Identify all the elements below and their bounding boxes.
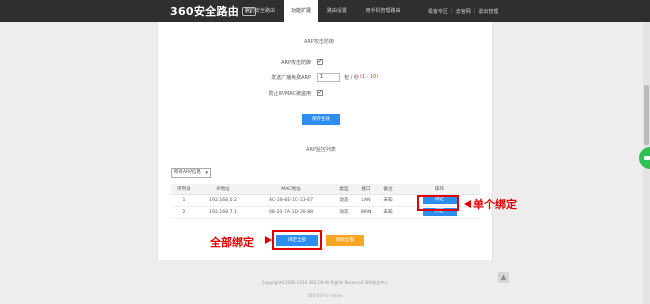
arrow-left-icon <box>464 200 471 208</box>
cell-seq: 1 <box>171 194 197 207</box>
tab-my-router[interactable]: 我的安全路由 <box>238 0 282 22</box>
ip-mac-theft-row: 防止IP/MAC被盗用 ✓ <box>233 88 323 98</box>
column-header: 备注 <box>377 184 399 195</box>
rate-unit: 包 / 秒 <box>344 74 359 81</box>
single-bind-highlight <box>417 195 459 211</box>
cell-mac: 08-10-7A-1D-30-88 <box>249 206 333 219</box>
arp-filter-value: 所有ARP信息 <box>174 170 201 175</box>
logo-text: 360安全路由 <box>170 5 240 18</box>
official-site-link[interactable]: 去官网 <box>456 8 471 15</box>
chat-widget-button[interactable] <box>639 147 650 169</box>
cell-interface: WAN <box>355 206 377 219</box>
tab-extensions[interactable]: 功能扩展 <box>284 0 318 22</box>
cell-note: 未知 <box>377 206 399 219</box>
cell-ip: 192.168.0.2 <box>197 194 249 207</box>
scrollbar-thumb[interactable] <box>644 85 649 145</box>
bind-all-highlight <box>272 230 322 250</box>
footer-copyright: Copyright©2005-2016 360.CN All Rights Re… <box>261 280 389 285</box>
column-header: 序列号 <box>171 184 197 195</box>
bind-all-annotation: 全部绑定 <box>210 236 254 249</box>
chat-icon <box>644 156 650 160</box>
footer-os: 360 OS For Home <box>307 293 343 298</box>
link-separator: | <box>451 8 453 14</box>
arp-defense-checkbox[interactable]: ✓ <box>317 59 323 65</box>
arp-protection-title: ARP攻击防御 <box>304 39 334 45</box>
ip-mac-theft-label: 防止IP/MAC被盗用 <box>268 90 311 97</box>
broadcast-arp-row: 发送广播免费ARP 1 包 / 秒 (1 - 10) <box>233 72 378 82</box>
geek-zone-link[interactable]: 极客专区 <box>428 8 448 15</box>
single-bind-annotation: 单个绑定 <box>473 198 517 211</box>
ip-mac-theft-checkbox[interactable]: ✓ <box>317 90 323 96</box>
save-button[interactable]: 保存生效 <box>302 114 340 125</box>
cell-ip: 192.168.7.1 <box>197 206 249 219</box>
cell-note: 未知 <box>377 194 399 207</box>
cell-type: 动态 <box>333 206 355 219</box>
arrow-up-icon: ▲ <box>500 273 507 281</box>
scroll-to-top-button[interactable]: ▲ <box>498 272 509 283</box>
link-separator: | <box>473 8 476 14</box>
chevron-down-icon: ▾ <box>205 170 208 176</box>
cell-type: 动态 <box>333 194 355 207</box>
arp-defense-row: ARP攻击防御 ✓ <box>233 57 323 67</box>
tab-router-settings[interactable]: 路由设置 <box>320 0 354 22</box>
tab-mobile-manage[interactable]: 用手机管理路由 <box>356 0 410 22</box>
column-header: 类型 <box>333 184 355 195</box>
cell-seq: 2 <box>171 206 197 219</box>
cell-interface: LAN <box>355 194 377 207</box>
column-header: 接口 <box>355 184 377 195</box>
column-header: MAC地址 <box>249 184 333 195</box>
broadcast-arp-label: 发送广播免费ARP <box>271 74 311 81</box>
column-header: 操作 <box>399 184 480 195</box>
arp-defense-label: ARP攻击防御 <box>281 59 311 66</box>
arrow-right-icon <box>265 236 272 244</box>
check-icon: ✓ <box>317 89 323 96</box>
unbind-all-button[interactable]: 解除全部 <box>326 235 364 246</box>
top-links: 极客专区 | 去官网 | 退出管理 <box>428 0 498 22</box>
column-header: IP地址 <box>197 184 249 195</box>
table-header-row: 序列号 IP地址 MAC地址 类型 接口 备注 操作 <box>171 184 480 195</box>
arp-filter-select[interactable]: 所有ARP信息 ▾ <box>171 168 211 178</box>
arp-list-title: ARP监控列表 <box>306 147 336 153</box>
logout-link[interactable]: 退出管理 <box>478 8 498 15</box>
check-icon: ✓ <box>317 58 323 65</box>
cell-mac: AC-28-6E-1C-13-67 <box>249 194 333 207</box>
content-card <box>157 22 493 260</box>
rate-range: (1 - 10) <box>359 74 379 80</box>
broadcast-rate-input[interactable]: 1 <box>317 72 340 82</box>
